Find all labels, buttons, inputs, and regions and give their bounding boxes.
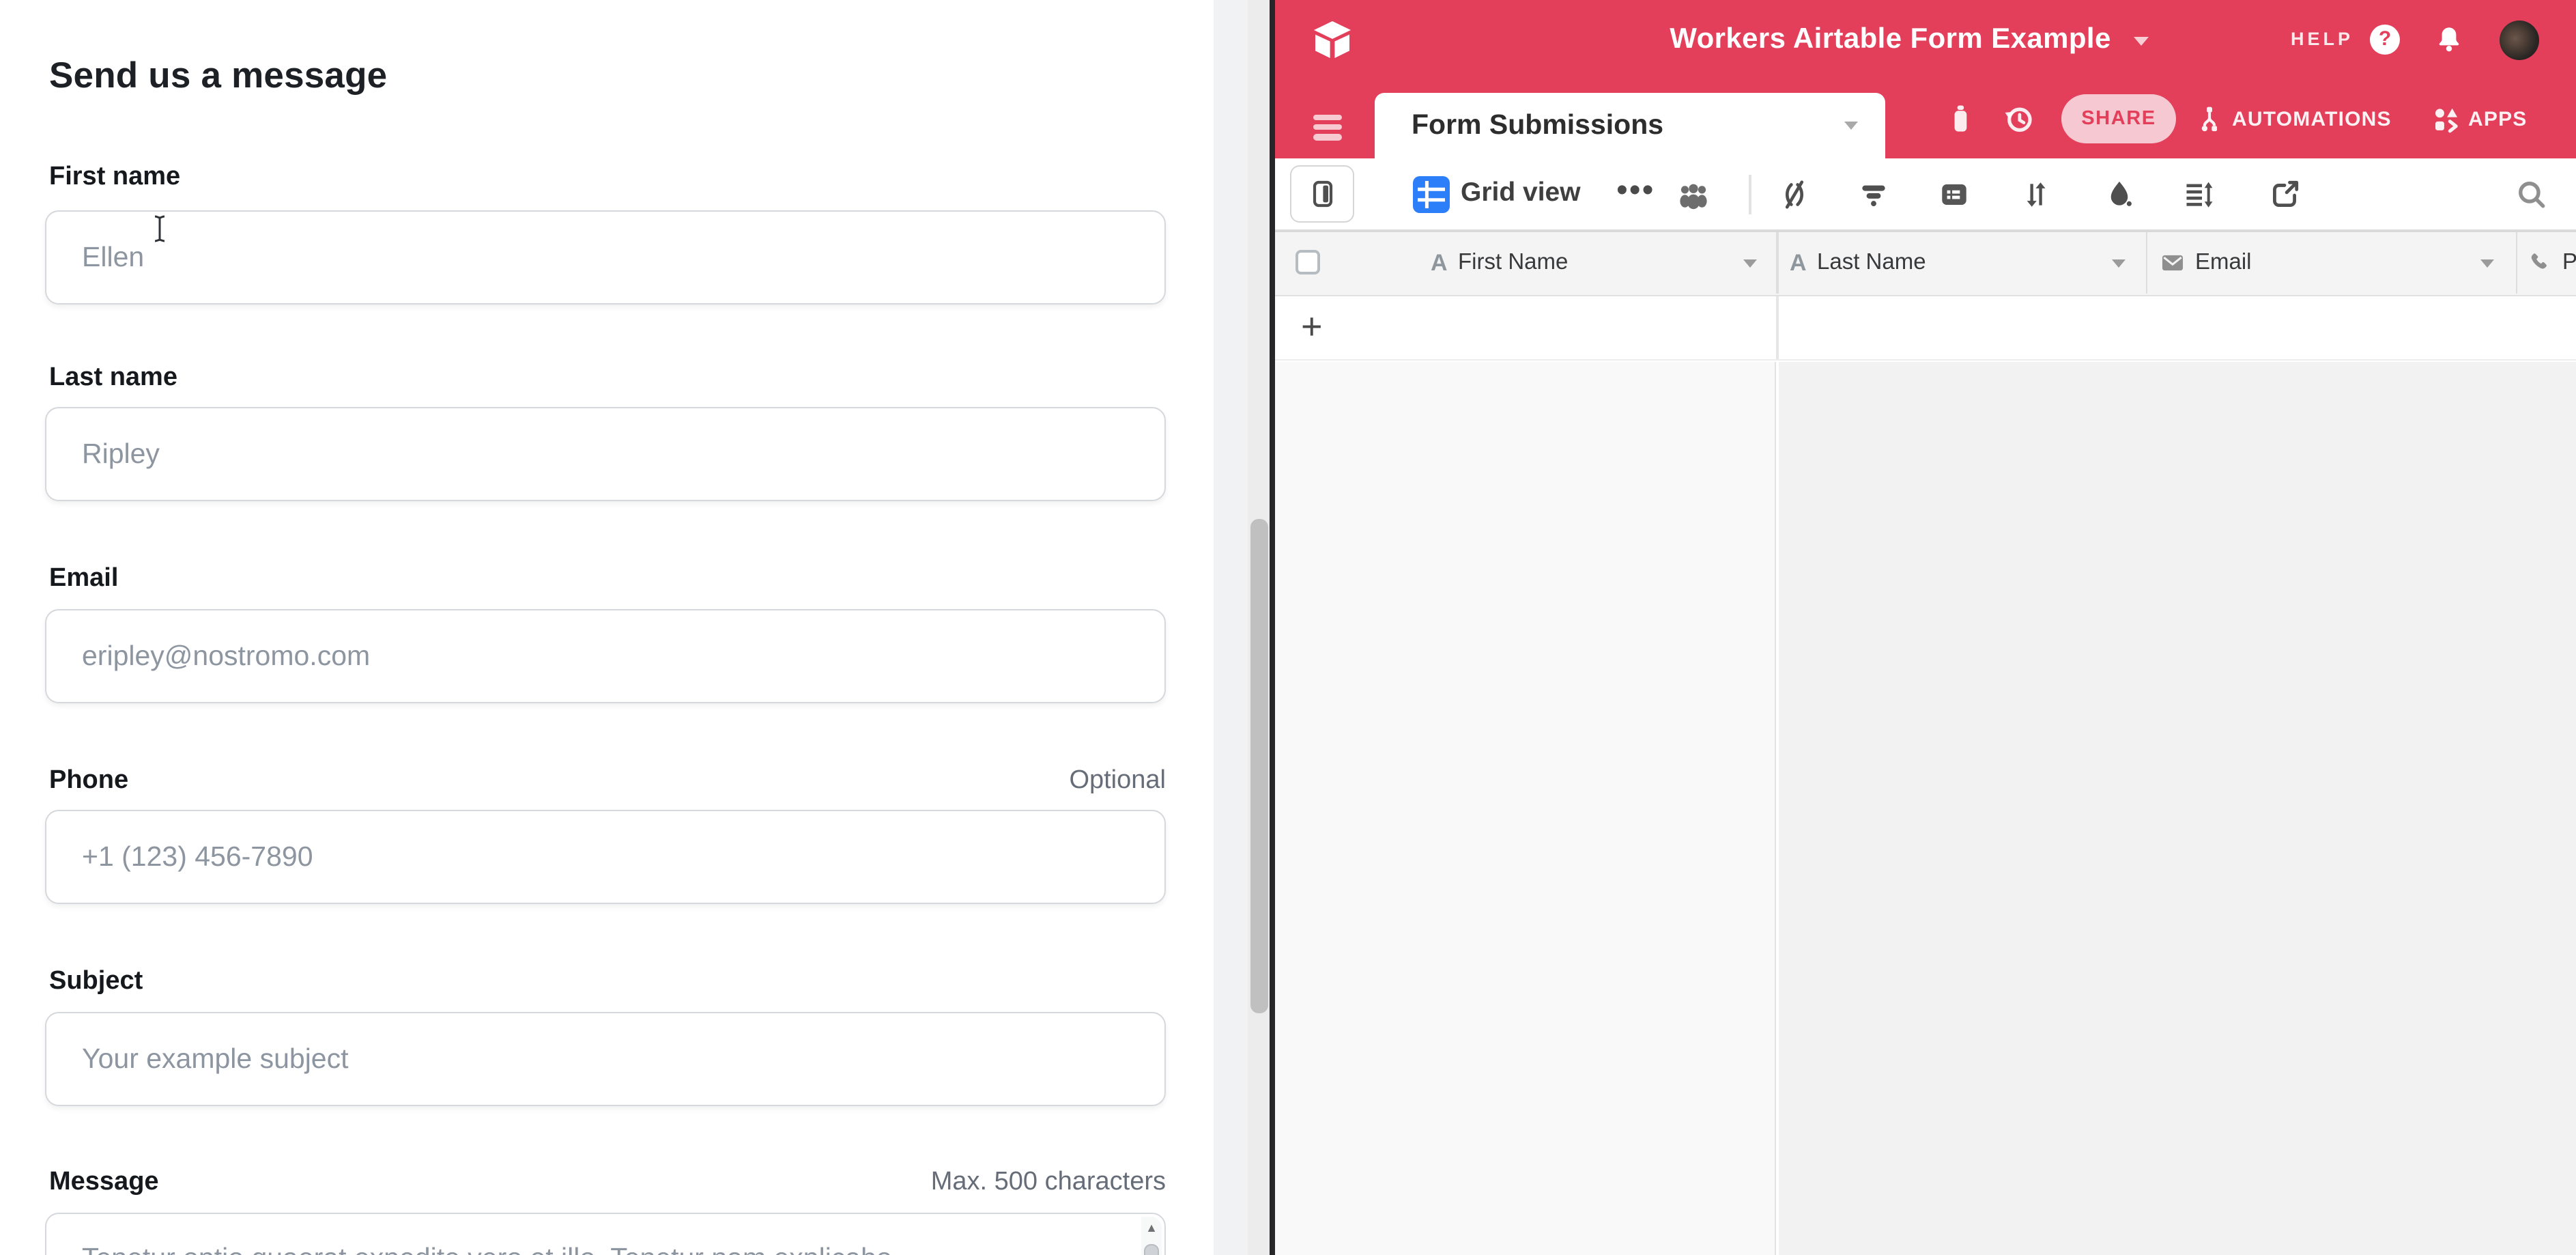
column-header-email[interactable]: Email (2147, 232, 2515, 294)
airtable-pane: Workers Airtable Form Example HELP ? For… (1275, 0, 2576, 1255)
phone-label: Phone (49, 766, 128, 796)
notifications-bell-icon[interactable] (2433, 23, 2465, 56)
subject-label: Subject (49, 967, 143, 997)
screen: Send us a message First name Last name E… (0, 0, 2576, 1255)
share-button[interactable]: SHARE (2061, 94, 2176, 143)
trash-icon[interactable] (1943, 101, 1978, 137)
message-scrollbar[interactable]: ▲ (1141, 1217, 1162, 1255)
table-tab-bar: Form Submissions SHARE (1275, 79, 2576, 158)
message-label: Message (49, 1168, 159, 1198)
contact-form-pane: Send us a message First name Last name E… (0, 0, 1214, 1255)
panel-toggle-icon (1306, 178, 1339, 210)
view-sidebar-toggle-button[interactable] (1290, 165, 1354, 223)
page-scrollbar[interactable] (1248, 0, 1270, 1255)
message-maxlength-hint: Max. 500 characters (931, 1168, 1166, 1198)
toolbar-divider (1749, 175, 1751, 214)
column-divider (1776, 296, 1778, 358)
message-scrollbar-thumb[interactable] (1144, 1244, 1159, 1255)
grid-empty-area-right (1778, 361, 2576, 1255)
window-divider (1270, 0, 1275, 1255)
group-icon[interactable] (1937, 178, 1971, 212)
history-icon[interactable] (2001, 101, 2037, 137)
hamburger-menu-icon[interactable] (1313, 114, 1342, 140)
chevron-down-icon (2134, 38, 2149, 47)
apps-button[interactable]: APPS (2429, 79, 2528, 158)
collaborators-icon[interactable] (1676, 178, 1711, 212)
chevron-down-icon[interactable] (1743, 259, 1757, 268)
grid-empty-area-left (1275, 361, 1776, 1255)
page-gutter (1214, 0, 1248, 1255)
airtable-top-bar: Workers Airtable Form Example HELP ? (1275, 0, 2576, 79)
phone-optional-hint: Optional (1069, 766, 1166, 796)
email-input[interactable] (45, 609, 1166, 703)
last-name-input[interactable] (45, 407, 1166, 501)
tab-form-submissions[interactable]: Form Submissions (1375, 93, 1885, 158)
help-button[interactable]: HELP (2291, 0, 2353, 79)
automations-label: AUTOMATIONS (2232, 107, 2392, 130)
view-options-ellipsis[interactable]: ••• (1616, 158, 1655, 224)
column-header-first-name[interactable]: A First Name (1275, 232, 1776, 294)
subject-input[interactable] (45, 1012, 1166, 1106)
text-field-icon: A (1790, 232, 1807, 294)
share-view-icon[interactable] (2267, 178, 2302, 212)
view-toolbar: Grid view ••• (1275, 158, 2576, 231)
search-icon[interactable] (2515, 178, 2549, 212)
base-title: Workers Airtable Form Example (1670, 23, 2111, 55)
add-record-plus-icon[interactable]: + (1301, 296, 1323, 358)
apps-icon (2429, 102, 2463, 136)
help-question-icon[interactable]: ? (2370, 25, 2400, 55)
user-avatar[interactable] (2500, 20, 2539, 59)
first-name-label: First name (49, 163, 180, 193)
message-textarea[interactable]: Tenetur optio quaerat expedite vero et i… (45, 1213, 1166, 1255)
message-placeholder: Tenetur optio quaerat expedite vero et i… (82, 1243, 1133, 1255)
apps-label: APPS (2468, 107, 2528, 130)
first-name-input[interactable] (45, 210, 1166, 305)
chevron-down-icon (1844, 122, 1858, 130)
chevron-down-icon[interactable] (2112, 259, 2126, 268)
grid-view-icon[interactable] (1413, 176, 1450, 213)
column-header-last-name[interactable]: A Last Name (1777, 232, 2145, 294)
email-label: Email (49, 564, 118, 594)
tab-label: Form Submissions (1412, 93, 1663, 158)
last-name-label: Last name (49, 363, 177, 393)
view-name[interactable]: Grid view (1461, 158, 1581, 228)
text-field-icon: A (1431, 232, 1448, 294)
scroll-up-arrow-icon[interactable]: ▲ (1141, 1217, 1162, 1239)
form-title: Send us a message (49, 55, 387, 97)
page-scrollbar-thumb[interactable] (1250, 519, 1268, 1013)
phone-field-icon (2527, 250, 2553, 276)
phone-input[interactable] (45, 810, 1166, 904)
automations-icon (2192, 102, 2227, 136)
color-icon[interactable] (2102, 178, 2136, 212)
row-height-icon[interactable] (2181, 178, 2216, 212)
hide-fields-icon[interactable] (1777, 178, 1812, 212)
filter-icon[interactable] (1857, 178, 1891, 212)
sort-icon[interactable] (2019, 178, 2053, 212)
column-header-phone[interactable]: Phone (2517, 232, 2576, 294)
chevron-down-icon[interactable] (2480, 259, 2494, 268)
email-field-icon (2160, 250, 2186, 276)
base-title-menu[interactable]: Workers Airtable Form Example (1275, 0, 2560, 79)
add-record-row[interactable]: + (1275, 296, 2576, 361)
grid-header-row: A First Name A Last Name Email (1275, 231, 2576, 296)
automations-button[interactable]: AUTOMATIONS (2192, 79, 2392, 158)
